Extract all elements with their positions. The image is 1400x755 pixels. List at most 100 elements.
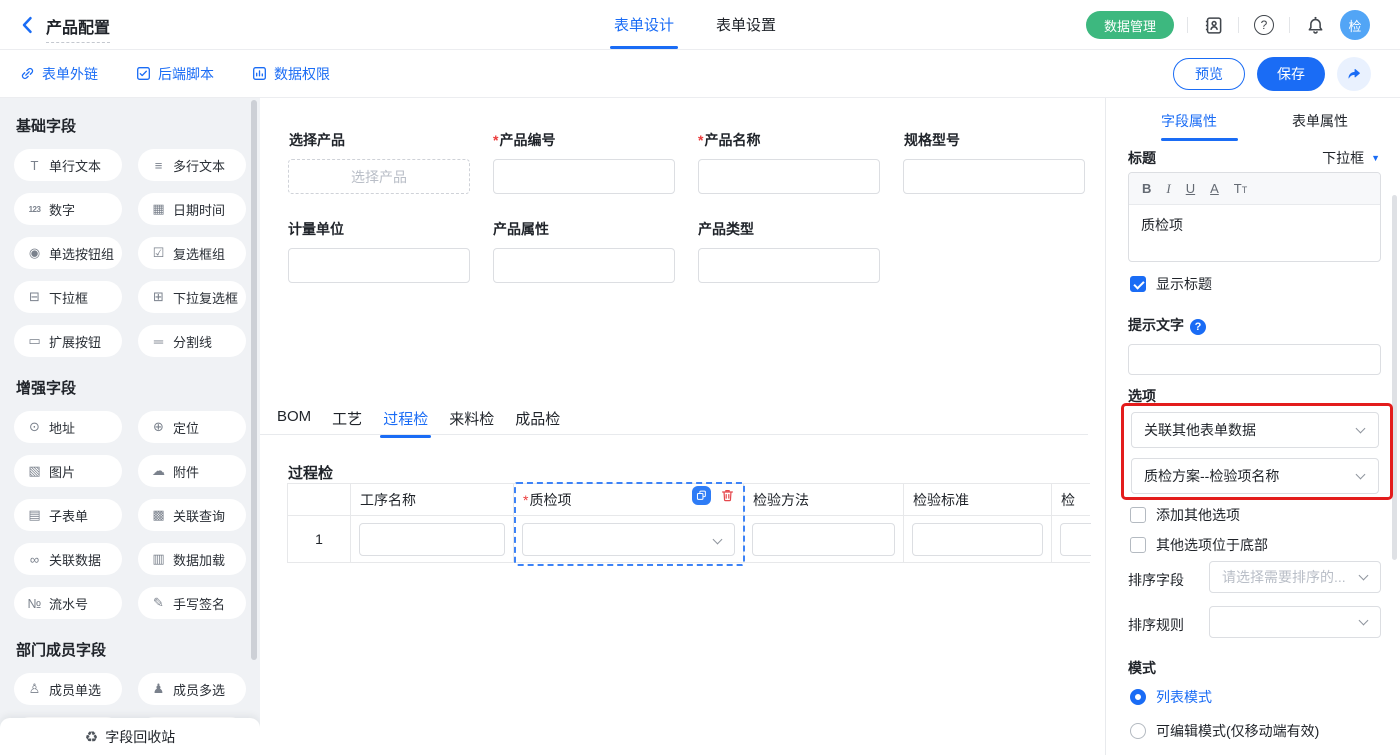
divider <box>1289 17 1290 33</box>
save-button[interactable]: 保存 <box>1257 57 1325 91</box>
share-button[interactable] <box>1337 57 1371 91</box>
field-spec-model[interactable]: 规格型号 <box>903 130 1085 194</box>
sidebar-item-checkbox-group[interactable]: ☑复选框组 <box>138 237 246 269</box>
data-permission-icon <box>252 66 267 81</box>
tab-craft[interactable]: 工艺 <box>332 408 362 429</box>
product-picker-button[interactable]: 选择产品 <box>288 159 470 194</box>
tab-bom[interactable]: BOM <box>277 408 311 429</box>
tab-process-inspection[interactable]: 过程检 <box>383 408 428 429</box>
option-source-select[interactable]: 关联其他表单数据 <box>1131 412 1379 448</box>
column-header-process-name[interactable]: 工序名称 <box>351 484 514 515</box>
tab-form-design[interactable]: 表单设计 <box>614 14 674 35</box>
show-title-checkbox-row[interactable]: 显示标题 <box>1130 274 1212 294</box>
header-actions: 数据管理 ? 检 <box>1086 0 1370 50</box>
font-size-icon[interactable]: TT <box>1234 181 1247 196</box>
sort-rule-select[interactable] <box>1209 606 1381 638</box>
sidebar-item-locate[interactable]: ⊕定位 <box>138 411 246 443</box>
user-avatar[interactable]: 检 <box>1340 10 1370 40</box>
spec-model-input[interactable] <box>903 159 1085 194</box>
sidebar-item-extend-button[interactable]: ▭扩展按钮 <box>14 325 122 357</box>
sidebar-scrollbar[interactable] <box>251 100 257 660</box>
tab-final-inspection[interactable]: 成品检 <box>515 408 560 429</box>
font-color-icon[interactable]: A <box>1210 181 1219 196</box>
inspection-standard-input[interactable] <box>912 523 1043 556</box>
panel-scrollbar[interactable] <box>1392 195 1397 560</box>
sidebar-item-member-multi[interactable]: ♟成员多选 <box>138 673 246 705</box>
radio-selected-icon[interactable] <box>1130 689 1146 705</box>
external-link-button[interactable]: 表单外链 <box>20 64 98 84</box>
preview-button[interactable]: 预览 <box>1173 58 1245 90</box>
sidebar-item-image[interactable]: ▧图片 <box>14 455 122 487</box>
sidebar-item-divider-line[interactable]: ═分割线 <box>138 325 246 357</box>
field-product-type[interactable]: 产品类型 <box>698 219 880 283</box>
field-select-product[interactable]: 选择产品 选择产品 <box>288 130 470 194</box>
sidebar-item-data-load[interactable]: ▥数据加载 <box>138 543 246 575</box>
inspection-method-input[interactable] <box>752 523 895 556</box>
column-header-inspection-standard[interactable]: 检验标准 <box>904 484 1052 515</box>
sidebar-item-serial-number[interactable]: №流水号 <box>14 587 122 619</box>
underline-icon[interactable]: U <box>1186 181 1195 196</box>
sidebar-item-member-single[interactable]: ♙成员单选 <box>14 673 122 705</box>
product-attribute-input[interactable] <box>493 248 675 283</box>
data-permission-button[interactable]: 数据权限 <box>252 64 330 84</box>
sidebar-item-datetime[interactable]: ▦日期时间 <box>138 193 246 225</box>
options-label: 选项 <box>1128 386 1156 406</box>
checkbox-unchecked-icon[interactable] <box>1130 537 1146 553</box>
sidebar-item-linked-query[interactable]: ▩关联查询 <box>138 499 246 531</box>
help-circle-icon[interactable]: ? <box>1190 319 1206 335</box>
unit-input[interactable] <box>288 248 470 283</box>
copy-column-icon[interactable] <box>692 486 711 505</box>
field-product-name[interactable]: *产品名称 <box>698 130 880 194</box>
process-name-input[interactable] <box>359 523 505 556</box>
product-code-input[interactable] <box>493 159 675 194</box>
sidebar-item-radio-group[interactable]: ◉单选按钮组 <box>14 237 122 269</box>
data-manage-button[interactable]: 数据管理 <box>1086 11 1174 39</box>
checkbox-checked-icon[interactable] <box>1130 276 1146 292</box>
italic-icon[interactable]: I <box>1166 181 1170 197</box>
tab-form-settings[interactable]: 表单设置 <box>716 14 776 35</box>
editable-mode-radio-row[interactable]: 可编辑模式(仅移动端有效) <box>1130 721 1319 741</box>
contacts-book-icon[interactable] <box>1201 13 1225 37</box>
radio-unselected-icon[interactable] <box>1130 723 1146 739</box>
clipped-input[interactable] <box>1060 523 1091 556</box>
tab-form-properties[interactable]: 表单属性 <box>1292 111 1348 131</box>
backend-script-button[interactable]: 后端脚本 <box>136 64 214 84</box>
divider-line-icon: ═ <box>151 334 166 349</box>
field-recycle-bin[interactable]: ♻ 字段回收站 <box>0 718 260 755</box>
help-icon[interactable]: ? <box>1252 13 1276 37</box>
back-icon[interactable] <box>18 15 38 35</box>
quality-item-select[interactable] <box>522 523 735 556</box>
option-field-select[interactable]: 质检方案--检验项名称 <box>1131 458 1379 494</box>
notification-bell-icon[interactable] <box>1303 13 1327 37</box>
title-rich-text-editor[interactable]: B I U A TT 质检项 <box>1128 172 1381 262</box>
sidebar-item-single-line-text[interactable]: T单行文本 <box>14 149 122 181</box>
sidebar-item-dropdown-multi[interactable]: ⊞下拉复选框 <box>138 281 246 313</box>
sidebar-item-attachment[interactable]: ☁附件 <box>138 455 246 487</box>
sidebar-item-multi-line-text[interactable]: ≡多行文本 <box>138 149 246 181</box>
field-product-attribute[interactable]: 产品属性 <box>493 219 675 283</box>
column-header-inspection-method[interactable]: 检验方法 <box>744 484 904 515</box>
tab-incoming-inspection[interactable]: 来料检 <box>449 408 494 429</box>
column-header-clipped[interactable]: 检 <box>1052 484 1091 515</box>
title-editor-content[interactable]: 质检项 <box>1129 205 1380 245</box>
sidebar-item-subform[interactable]: ▤子表单 <box>14 499 122 531</box>
product-name-input[interactable] <box>698 159 880 194</box>
delete-column-icon[interactable] <box>718 487 736 505</box>
field-product-code[interactable]: *产品编号 <box>493 130 675 194</box>
sidebar-item-address[interactable]: ⊙地址 <box>14 411 122 443</box>
bold-icon[interactable]: B <box>1142 181 1151 196</box>
sort-field-select[interactable]: 请选择需要排序的... <box>1209 561 1381 593</box>
sidebar-item-dropdown[interactable]: ⊟下拉框 <box>14 281 122 313</box>
checkbox-unchecked-icon[interactable] <box>1130 507 1146 523</box>
add-other-option-checkbox-row[interactable]: 添加其他选项 <box>1130 505 1240 525</box>
sidebar-item-linked-data[interactable]: ∞关联数据 <box>14 543 122 575</box>
other-option-bottom-checkbox-row[interactable]: 其他选项位于底部 <box>1130 535 1268 555</box>
sidebar-item-signature[interactable]: ✎手写签名 <box>138 587 246 619</box>
sidebar-item-number[interactable]: 123数字 <box>14 193 122 225</box>
tab-field-properties[interactable]: 字段属性 <box>1161 111 1217 131</box>
hint-text-input[interactable] <box>1128 344 1381 375</box>
list-mode-radio-row[interactable]: 列表模式 <box>1130 687 1212 707</box>
field-type-select[interactable]: 下拉框 ▼ <box>1322 148 1380 168</box>
product-type-input[interactable] <box>698 248 880 283</box>
field-unit[interactable]: 计量单位 <box>288 219 470 283</box>
